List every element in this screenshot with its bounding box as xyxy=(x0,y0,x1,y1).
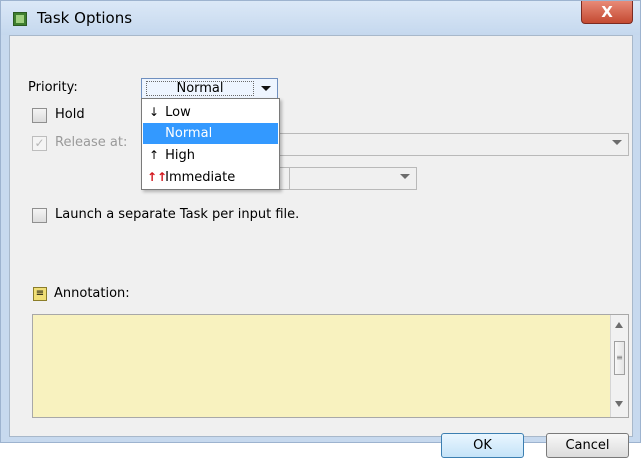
launch-separate-task-label: Launch a separate Task per input file. xyxy=(55,207,300,222)
release-date-combo[interactable] xyxy=(279,133,629,156)
up-arrow-icon: ↑ xyxy=(148,148,160,162)
hold-label: Hold xyxy=(55,107,85,122)
cancel-button[interactable]: Cancel xyxy=(546,433,629,458)
window-title: Task Options xyxy=(37,9,133,27)
priority-option-label: Low xyxy=(165,105,191,120)
scroll-down-icon[interactable] xyxy=(615,401,623,407)
annotation-icon: ≡ xyxy=(33,287,47,301)
priority-option-label: Immediate xyxy=(165,170,236,185)
priority-options-list[interactable]: ↓ Low Normal ↑ High ↑↑ Immediate xyxy=(141,98,280,190)
release-at-label: Release at: xyxy=(55,135,128,150)
scroll-up-icon[interactable] xyxy=(615,322,623,328)
annotation-label: Annotation: xyxy=(54,286,130,301)
annotation-textarea[interactable] xyxy=(32,314,629,418)
priority-option-label: High xyxy=(165,148,196,163)
priority-option-label: Normal xyxy=(165,126,213,141)
annotation-scrollbar[interactable]: ≡ xyxy=(610,315,628,417)
priority-option-immediate[interactable]: ↑↑ Immediate xyxy=(143,167,278,188)
release-at-checkbox[interactable]: ✓ xyxy=(32,136,47,151)
priority-option-high[interactable]: ↑ High xyxy=(143,145,278,166)
priority-option-normal[interactable]: Normal xyxy=(143,123,278,144)
launch-separate-task-checkbox[interactable] xyxy=(32,208,47,223)
hold-checkbox[interactable] xyxy=(32,108,47,123)
down-arrow-icon: ↓ xyxy=(148,105,160,119)
close-button[interactable]: X xyxy=(581,1,633,24)
title-bar[interactable]: Task Options X xyxy=(1,1,640,35)
priority-dropdown[interactable]: Normal xyxy=(141,78,278,99)
chevron-down-icon xyxy=(400,174,410,179)
scroll-thumb[interactable]: ≡ xyxy=(614,341,625,375)
task-options-dialog: Task Options X Priority: Normal Hold ✓ R… xyxy=(0,0,641,458)
priority-label: Priority: xyxy=(28,80,78,95)
release-time-combo[interactable] xyxy=(289,167,417,190)
ok-button[interactable]: OK xyxy=(441,433,524,458)
priority-selected-value: Normal xyxy=(146,81,254,96)
dialog-body: Priority: Normal Hold ✓ Release at: Laun… xyxy=(9,35,633,458)
chevron-down-icon xyxy=(261,86,271,91)
priority-option-low[interactable]: ↓ Low xyxy=(143,102,278,123)
application-icon xyxy=(13,12,27,26)
double-up-arrow-icon: ↑↑ xyxy=(147,170,168,184)
chevron-down-icon xyxy=(612,140,622,145)
